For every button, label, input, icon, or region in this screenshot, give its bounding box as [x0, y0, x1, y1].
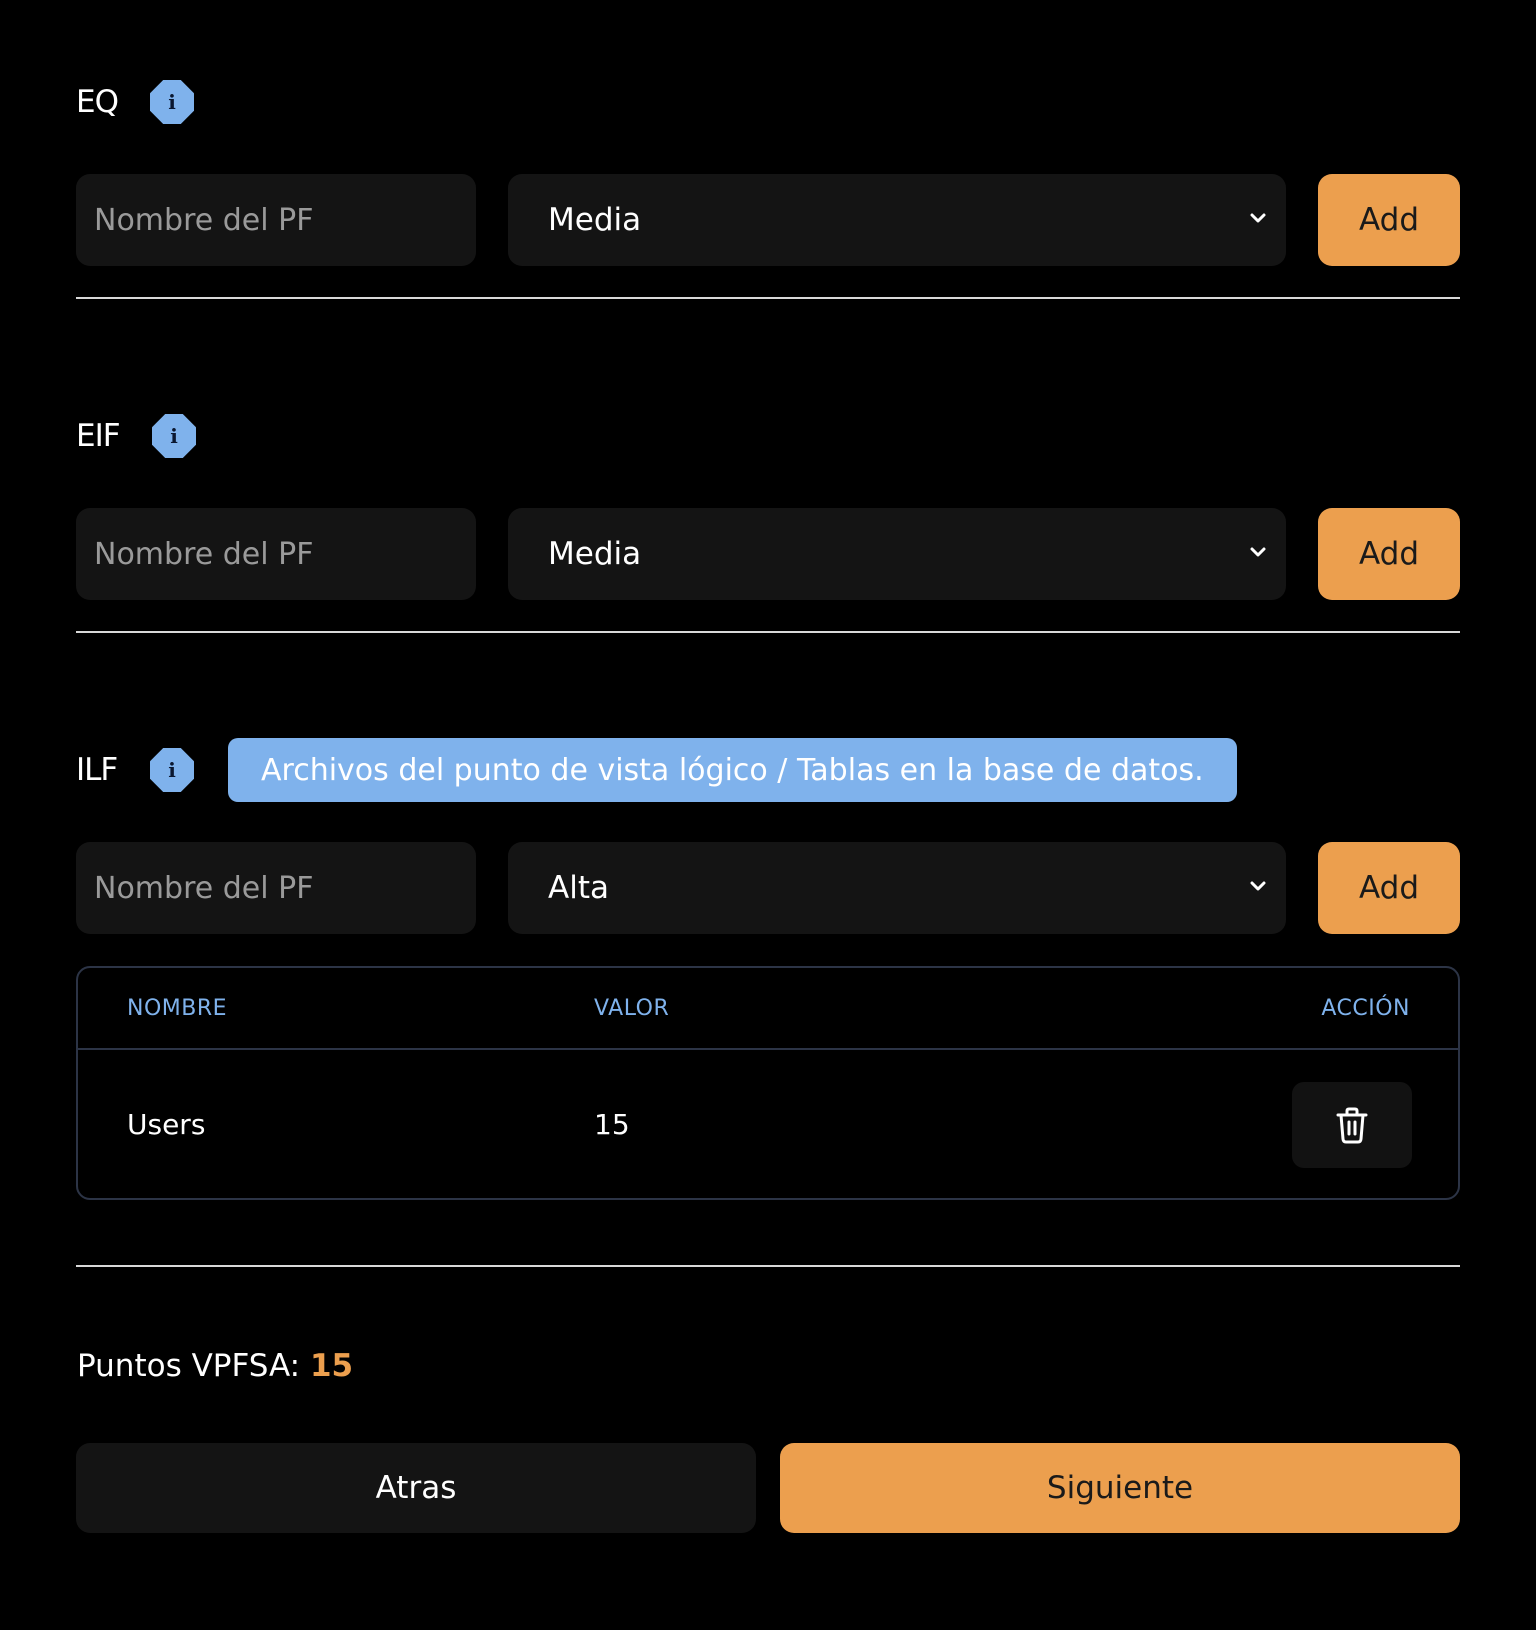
- complexity-select[interactable]: Media: [508, 174, 1286, 266]
- section-title: ILF: [76, 752, 118, 788]
- column-header-accion: ACCIÓN: [1321, 996, 1410, 1021]
- info-icon[interactable]: i: [152, 414, 196, 458]
- form-row-eq: Media Add: [76, 174, 1460, 266]
- select-value: Media: [548, 202, 642, 238]
- chevron-down-icon: [1250, 881, 1266, 891]
- cell-nombre: Users: [127, 1108, 206, 1141]
- section-header-eq: EQ i: [76, 70, 194, 134]
- trash-icon: [1336, 1107, 1368, 1144]
- form-row-eif: Media Add: [76, 508, 1460, 600]
- info-tooltip: Archivos del punto de vista lógico / Tab…: [228, 738, 1237, 802]
- complexity-select[interactable]: Media: [508, 508, 1286, 600]
- section-title: EIF: [76, 418, 121, 454]
- section-header-ilf: ILF i: [76, 738, 194, 802]
- select-value: Alta: [548, 870, 609, 906]
- points-value: 15: [309, 1348, 354, 1384]
- cell-valor: 15: [594, 1108, 630, 1141]
- next-button[interactable]: Siguiente: [780, 1443, 1460, 1533]
- form-row-ilf: Alta Add: [76, 842, 1460, 934]
- section-divider: [76, 1265, 1460, 1267]
- chevron-down-icon: [1250, 213, 1266, 223]
- add-button[interactable]: Add: [1318, 508, 1460, 600]
- back-button[interactable]: Atras: [76, 1443, 756, 1533]
- add-button[interactable]: Add: [1318, 842, 1460, 934]
- chevron-down-icon: [1250, 547, 1266, 557]
- points-summary: Puntos VPFSA: 15: [77, 1348, 353, 1384]
- section-header-eif: EIF i: [76, 404, 196, 468]
- delete-button[interactable]: [1292, 1082, 1412, 1168]
- pf-name-input[interactable]: [76, 842, 476, 934]
- points-label: Puntos VPFSA:: [77, 1348, 301, 1384]
- pf-table: NOMBRE VALOR ACCIÓN Users 15: [76, 966, 1460, 1200]
- complexity-select[interactable]: Alta: [508, 842, 1286, 934]
- column-header-nombre: NOMBRE: [127, 996, 228, 1021]
- section-title: EQ: [76, 84, 119, 120]
- select-value: Media: [548, 536, 642, 572]
- table-header-divider: [78, 1048, 1458, 1050]
- vpfsa-form: EQ i Media Add EIF i Media Add ILF i Arc…: [0, 0, 1536, 1630]
- section-divider: [76, 297, 1460, 299]
- column-header-valor: VALOR: [594, 996, 670, 1021]
- pf-name-input[interactable]: [76, 508, 476, 600]
- pf-name-input[interactable]: [76, 174, 476, 266]
- info-icon[interactable]: i: [150, 80, 194, 124]
- section-divider: [76, 631, 1460, 633]
- add-button[interactable]: Add: [1318, 174, 1460, 266]
- info-icon[interactable]: i: [150, 748, 194, 792]
